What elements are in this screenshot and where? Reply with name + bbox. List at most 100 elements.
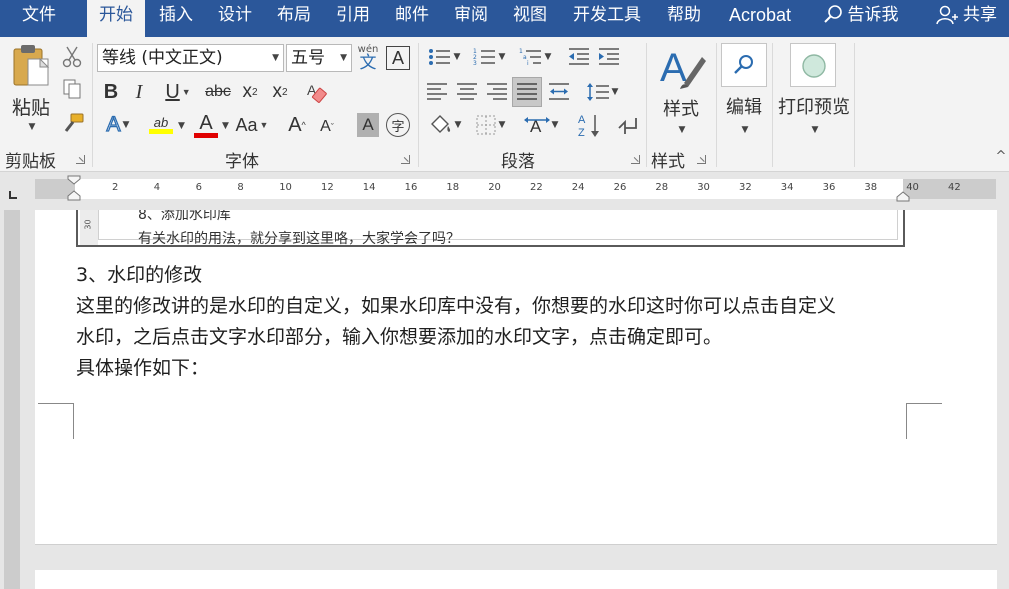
editing-label: 编辑	[726, 97, 762, 118]
tab-review[interactable]: 审阅	[443, 0, 499, 37]
next-document-page[interactable]	[35, 570, 997, 589]
phonetic-guide-bottom: 文	[359, 52, 377, 73]
shrink-font-button[interactable]: Aˇ	[314, 115, 340, 139]
styles-launcher-icon[interactable]	[697, 155, 706, 164]
ruler-tick-label: 8	[237, 182, 244, 193]
chinese-layout-button[interactable]: A ▼	[520, 111, 562, 139]
lightbulb-search-icon	[823, 5, 842, 23]
align-center-button[interactable]	[454, 79, 480, 105]
font-size-value: 五号	[291, 48, 325, 68]
italic-button[interactable]: I	[128, 79, 150, 105]
justify-button[interactable]	[512, 77, 542, 107]
first-line-indent-marker-icon[interactable]	[67, 175, 81, 203]
section-heading: 3、水印的修改	[76, 264, 203, 286]
left-tab-stop-icon	[9, 191, 17, 199]
increase-indent-button[interactable]	[596, 45, 622, 69]
embedded-ruler-mark: 30	[83, 219, 93, 230]
font-color-button[interactable]: A	[188, 111, 224, 139]
tell-me-box[interactable]: 告诉我	[812, 0, 908, 37]
tab-developer[interactable]: 开发工具	[563, 0, 651, 37]
styles-button[interactable]: A 样式 ▼	[652, 43, 710, 143]
tab-help[interactable]: 帮助	[656, 0, 712, 37]
right-indent-marker-icon[interactable]	[896, 191, 910, 203]
bullets-button[interactable]: ▼	[424, 45, 464, 69]
shrink-font-icon: A	[320, 118, 331, 135]
cut-button[interactable]	[60, 45, 84, 69]
chevron-down-icon: ▼	[611, 87, 619, 97]
strikethrough-button[interactable]: abc	[202, 79, 234, 105]
subscript-button[interactable]: x2	[236, 79, 264, 105]
body-text-line: 具体操作如下：	[76, 357, 210, 379]
horizontal-ruler[interactable]: 2 4 6 8 10 12 14 16 18 20 22 24 26 28 30 32 34 36 38 40 42	[35, 175, 996, 202]
bold-button[interactable]: B	[100, 79, 122, 105]
paragraph-group-label: 段落	[501, 152, 535, 172]
clipboard-launcher-icon[interactable]	[76, 155, 85, 164]
highlighter-icon: ab	[153, 115, 169, 130]
show-marks-button[interactable]	[614, 111, 640, 139]
format-painter-button[interactable]	[60, 111, 86, 135]
increase-indent-icon	[599, 48, 619, 65]
clear-formatting-button[interactable]: A	[304, 79, 328, 105]
tab-mailings[interactable]: 邮件	[384, 0, 440, 37]
enclose-characters-icon: 字	[391, 119, 405, 135]
superscript-button[interactable]: x2	[266, 79, 294, 105]
underline-button[interactable]: U ▼	[156, 79, 200, 105]
borders-button[interactable]: ▼	[470, 111, 510, 139]
phonetic-guide-button[interactable]: wén 文	[356, 42, 380, 74]
tab-acrobat[interactable]: Acrobat	[718, 0, 802, 37]
print-preview-button[interactable]: 打印预览 ▼	[776, 43, 852, 153]
sort-button[interactable]: AZ	[576, 111, 602, 139]
chevron-down-icon[interactable]: ▼	[222, 121, 229, 131]
editing-button[interactable]: 编辑 ▼	[721, 43, 767, 153]
distributed-icon	[549, 83, 569, 100]
character-shading-button[interactable]: A	[357, 113, 379, 137]
paste-button[interactable]: 粘贴 ▼	[6, 43, 56, 143]
grow-font-button[interactable]: A ^	[284, 111, 310, 139]
tab-home[interactable]: 开始	[87, 0, 145, 37]
enclose-characters-button[interactable]: 字	[386, 113, 410, 137]
chevron-down-icon: ▼	[259, 120, 269, 130]
distributed-button[interactable]	[546, 79, 572, 105]
group-divider	[716, 43, 717, 167]
copy-icon	[63, 79, 81, 99]
change-case-icon: Aa	[235, 114, 258, 135]
align-left-icon	[427, 83, 447, 100]
font-size-combo[interactable]: 五号 ▼	[286, 44, 352, 72]
font-name-combo[interactable]: 等线 (中文正文) ▼	[97, 44, 284, 72]
numbering-button[interactable]: 1 2 3 ▼	[468, 45, 510, 69]
paragraph-launcher-icon[interactable]	[631, 155, 640, 164]
vertical-ruler[interactable]	[0, 210, 24, 589]
tab-layout[interactable]: 布局	[266, 0, 322, 37]
ruler-tick-label: 20	[488, 182, 501, 193]
copy-button[interactable]	[60, 77, 84, 101]
change-case-button[interactable]: Aa ▼	[232, 111, 272, 139]
tab-selector-button[interactable]	[6, 186, 18, 199]
character-border-button[interactable]: A	[386, 46, 410, 70]
shading-button[interactable]: ▼	[424, 111, 466, 139]
highlight-button[interactable]: ab	[140, 111, 182, 139]
align-left-button[interactable]	[424, 79, 450, 105]
align-right-button[interactable]	[484, 79, 510, 105]
font-launcher-icon[interactable]	[401, 155, 410, 164]
svg-text:i: i	[527, 60, 529, 67]
ruler-tick-label: 28	[655, 182, 669, 193]
collapse-ribbon-button[interactable]: ^	[994, 149, 1008, 164]
paragraph-mark-icon	[618, 118, 637, 134]
tab-insert[interactable]: 插入	[148, 0, 204, 37]
paste-label: 粘贴	[11, 97, 50, 119]
share-label: 共享	[963, 5, 997, 25]
strikethrough-icon: abc	[205, 83, 231, 100]
tab-design[interactable]: 设计	[207, 0, 263, 37]
paint-bucket-icon	[430, 115, 450, 133]
tab-references[interactable]: 引用	[325, 0, 381, 37]
tab-view[interactable]: 视图	[502, 0, 558, 37]
line-spacing-button[interactable]: ▼	[582, 79, 622, 105]
text-effects-button[interactable]: A ▼	[100, 111, 136, 139]
share-button[interactable]: 共享	[926, 0, 1006, 37]
scissors-icon	[62, 46, 82, 68]
multilevel-list-button[interactable]: 1 a i ▼	[514, 45, 556, 69]
horizontal-ruler-row: 2 4 6 8 10 12 14 16 18 20 22 24 26 28 30 32 34 36 38 40 42	[0, 172, 1009, 210]
tab-file[interactable]: 文件	[10, 0, 68, 37]
decrease-indent-button[interactable]	[566, 45, 592, 69]
chevron-down-icon[interactable]: ▼	[178, 121, 185, 131]
